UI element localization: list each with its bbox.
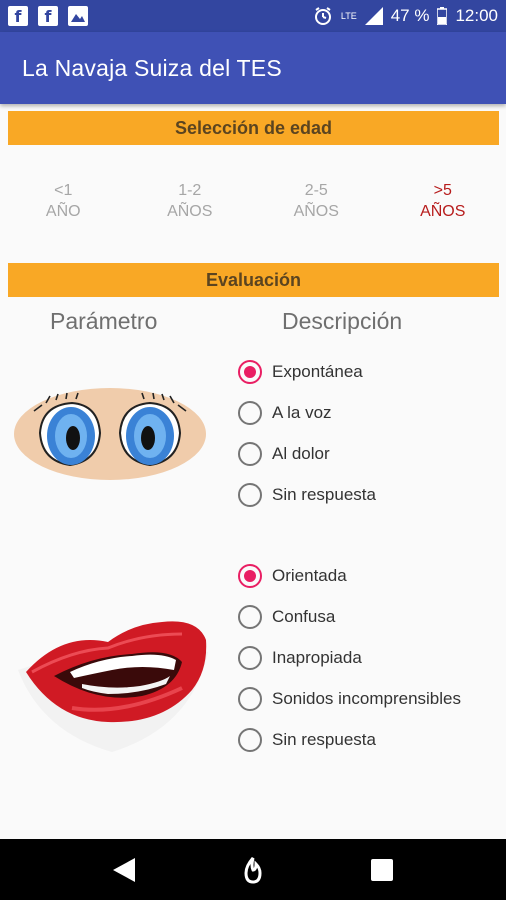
age-option-range: <1 [54, 182, 73, 199]
age-option-1-2[interactable]: 1-2 AÑOS [127, 176, 254, 226]
square-recents-icon [370, 858, 393, 881]
alarm-icon [314, 7, 331, 25]
signal-icon [364, 7, 383, 25]
radio-checked-icon[interactable] [238, 564, 262, 588]
evaluation-section-header: Evaluación [8, 263, 499, 297]
radio-label: Al dolor [272, 444, 330, 463]
battery-icon [437, 7, 448, 25]
age-option-under-1[interactable]: <1 AÑO [0, 176, 127, 226]
radio-label: Sonidos incomprensibles [272, 689, 461, 708]
age-section-header: Selección de edad [8, 111, 499, 145]
clock-time: 12:00 [455, 6, 498, 25]
age-option-range: >5 [433, 182, 452, 199]
radio-label: Expontánea [272, 362, 363, 381]
eyes-icon [14, 388, 206, 480]
radio-label: A la voz [272, 403, 332, 422]
radio-label: Sin respuesta [272, 485, 376, 504]
flame-home-icon [244, 856, 262, 884]
battery-percent: 47 % [390, 6, 430, 25]
network-type-label: LTE [340, 11, 357, 21]
column-headers: Parámetro Descripción [0, 308, 506, 340]
radio-label: Inapropiada [272, 648, 362, 667]
radio-unchecked-icon[interactable] [238, 605, 262, 629]
radio-unchecked-icon[interactable] [238, 687, 262, 711]
radio-label: Orientada [272, 566, 347, 585]
verbal-option-inappropriate[interactable]: Inapropiada [238, 644, 362, 672]
radio-unchecked-icon[interactable] [238, 646, 262, 670]
recents-button[interactable] [362, 850, 402, 890]
description-column-header: Descripción [282, 308, 403, 334]
age-option-range: 1-2 [178, 182, 202, 199]
radio-unchecked-icon[interactable] [238, 483, 262, 507]
app-bar: La Navaja Suiza del TES [0, 32, 506, 104]
age-option-unit: AÑO [45, 203, 81, 220]
status-bar: f f LTE 47 % 12:00 [0, 0, 506, 32]
facebook-icon: f [8, 6, 28, 26]
radio-checked-icon[interactable] [238, 360, 262, 384]
eyes-option-voice[interactable]: A la voz [238, 399, 332, 427]
age-option-unit: AÑOS [420, 203, 466, 220]
radio-unchecked-icon[interactable] [238, 442, 262, 466]
radio-unchecked-icon[interactable] [238, 728, 262, 752]
age-option-2-5[interactable]: 2-5 AÑOS [253, 176, 380, 226]
eyes-option-none[interactable]: Sin respuesta [238, 481, 376, 509]
home-button[interactable] [233, 850, 273, 890]
radio-label: Sin respuesta [272, 730, 376, 749]
age-selector: <1 AÑO 1-2 AÑOS 2-5 AÑOS >5 AÑOS [0, 176, 506, 226]
app-title: La Navaja Suiza del TES [22, 54, 282, 81]
mouth-icon [18, 621, 208, 752]
age-option-unit: AÑOS [293, 203, 339, 220]
radio-label: Confusa [272, 607, 336, 626]
verbal-option-none[interactable]: Sin respuesta [238, 726, 376, 754]
facebook-icon: f [38, 6, 58, 26]
eyes-option-spontaneous[interactable]: Expontánea [238, 358, 363, 386]
age-option-range: 2-5 [304, 182, 328, 199]
verbal-option-confused[interactable]: Confusa [238, 603, 335, 631]
verbal-option-oriented[interactable]: Orientada [238, 562, 347, 590]
eyes-option-pain[interactable]: Al dolor [238, 440, 330, 468]
age-option-unit: AÑOS [167, 203, 213, 220]
verbal-option-incomprehensible[interactable]: Sonidos incomprensibles [238, 685, 461, 713]
parameter-column-header: Parámetro [50, 308, 158, 334]
image-icon [68, 6, 88, 26]
radio-unchecked-icon[interactable] [238, 401, 262, 425]
age-option-over-5[interactable]: >5 AÑOS [380, 176, 506, 226]
back-triangle-icon [113, 857, 136, 882]
back-button[interactable] [104, 850, 144, 890]
system-navigation-bar [0, 839, 506, 900]
